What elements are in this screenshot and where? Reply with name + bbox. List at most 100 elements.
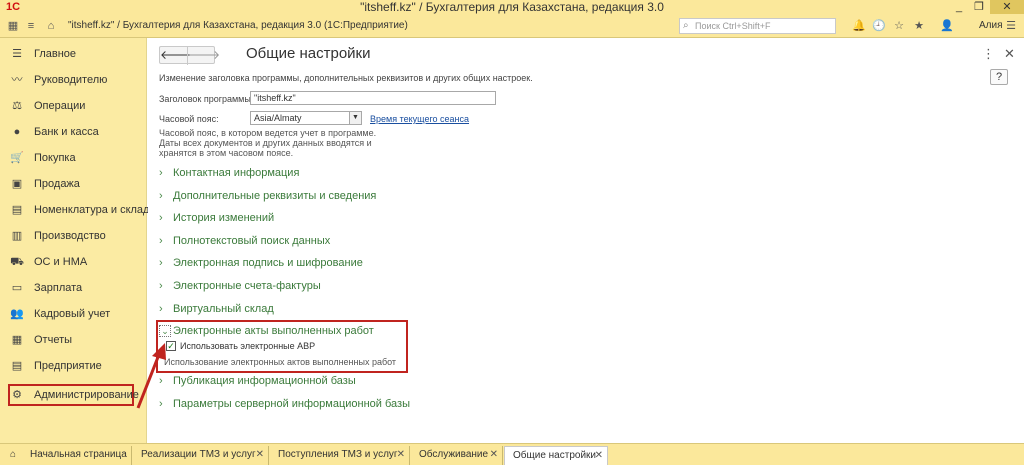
sidebar-item-label: Зарплата [34, 282, 83, 294]
home-icon[interactable]: ⌂ [44, 19, 58, 33]
sidebar-item-label: Кадровый учет [34, 308, 111, 320]
sidebar-item-label: Покупка [34, 152, 76, 164]
chevron-right-icon: › [159, 190, 163, 202]
minimize-button[interactable]: _ [950, 0, 968, 14]
sidebar-item-bank[interactable]: ● Банк и касса [0, 119, 147, 145]
sidebar-item-label: Номенклатура и склад [34, 204, 150, 216]
sidebar-item-label: Администрирование [34, 389, 139, 401]
page-description: Изменение заголовка программы, дополните… [159, 73, 533, 83]
sidebar-item-warehouse[interactable]: ▤ Номенклатура и склад [0, 197, 150, 223]
apps-grid-icon[interactable]: ▦ [6, 19, 20, 33]
chevron-right-icon: › [159, 280, 163, 292]
section-label: Виртуальный склад [173, 303, 274, 315]
enterprise-icon: ▤ [11, 360, 23, 372]
tab-receipts[interactable]: Поступления ТМЗ и услуг ✕ [270, 446, 410, 465]
cart-icon: 🛒 [10, 152, 24, 164]
sidebar-item-manager[interactable]: 〰 Руководителю [0, 67, 147, 93]
sidebar-item-label: Производство [34, 230, 106, 242]
sidebar-item-assets[interactable]: ⛟ ОС и НМА [0, 249, 147, 275]
sidebar-item-administration[interactable]: ⚙ Администрирование [8, 384, 139, 406]
section-e-acts-title[interactable]: Электронные акты выполненных работ [173, 325, 374, 337]
sidebar-item-purchase[interactable]: 🛒 Покупка [0, 145, 147, 171]
factory-icon: ▥ [11, 230, 23, 242]
sidebar-item-hr[interactable]: 👥 Кадровый учет [0, 301, 147, 327]
use-e-avr-label[interactable]: Использовать электронные АВР [180, 341, 315, 351]
restore-button[interactable]: ❐ [970, 0, 988, 14]
truck-icon: ⛟ [10, 256, 24, 268]
tab-maintenance[interactable]: Обслуживание ✕ [411, 446, 503, 465]
section-label: Электронные счета-фактуры [173, 280, 321, 292]
main-panel: 🡐 🡒 Общие настройки ⋮ ✕ ? Изменение заго… [148, 38, 1024, 443]
title-bar: 1С "itsheff.kz" / Бухгалтерия для Казахс… [0, 0, 1024, 14]
bell-icon[interactable]: 🔔 [852, 19, 866, 33]
section-label: Дополнительные реквизиты и сведения [173, 190, 377, 202]
sidebar-item-label: ОС и НМА [34, 256, 88, 268]
sidebar-item-production[interactable]: ▥ Производство [0, 223, 147, 249]
chevron-right-icon: › [159, 167, 163, 179]
window-title: "itsheff.kz" / Бухгалтерия для Казахстан… [360, 0, 664, 14]
tab-label: Обслуживание [419, 449, 489, 460]
chevron-right-icon: › [159, 303, 163, 315]
home-tab-icon: ⌂ [10, 449, 17, 460]
sidebar: ☰ Главное 〰 Руководителю ⚖ Операции ● Ба… [0, 38, 150, 443]
use-e-avr-checkbox[interactable]: ✓ [166, 341, 176, 351]
close-icon[interactable]: ✕ [490, 446, 498, 464]
chevron-down-icon[interactable]: ⌄ [159, 325, 171, 337]
chevron-right-icon: › [159, 375, 163, 387]
close-window-button[interactable]: ✕ [990, 0, 1024, 14]
tab-label: Начальная страница [30, 449, 127, 460]
sidebar-item-enterprise[interactable]: ▤ Предприятие [0, 353, 147, 379]
sidebar-item-label: Продажа [34, 178, 80, 190]
gear-icon: ⚙ [12, 389, 22, 401]
salary-icon: ▭ [11, 282, 23, 294]
tab-home[interactable]: ⌂ Начальная страница [4, 446, 132, 465]
forward-icon[interactable]: 🡒 [188, 48, 220, 64]
user-icon[interactable]: 👤 [940, 19, 954, 33]
chart-icon: 〰 [11, 74, 23, 86]
chevron-down-icon[interactable]: ▼ [349, 111, 362, 125]
tab-label: Поступления ТМЗ и услуг [278, 449, 398, 460]
user-name[interactable]: Алия [979, 20, 1003, 31]
program-title-label: Заголовок программы: [159, 94, 254, 104]
star-icon[interactable]: ☆ [892, 19, 906, 33]
sidebar-item-reports[interactable]: ▦ Отчеты [0, 327, 147, 353]
section-label: Публикация информационной базы [173, 375, 356, 387]
tab-general-settings[interactable]: Общие настройки ✕ [504, 446, 608, 465]
program-title-input[interactable]: "itsheff.kz" [250, 91, 496, 105]
timezone-select[interactable]: Asia/Almaty [250, 111, 350, 125]
tab-sales-realization[interactable]: Реализации ТМЗ и услуг ✕ [133, 446, 269, 465]
nav-buttons: 🡐 🡒 [159, 46, 220, 65]
chevron-right-icon: › [159, 398, 163, 410]
tab-label: Реализации ТМЗ и услуг [141, 449, 256, 460]
section-label: История изменений [173, 212, 275, 224]
more-options-icon[interactable]: ⋮ [982, 46, 995, 62]
sidebar-item-label: Руководителю [34, 74, 108, 86]
section-label: Контактная информация [173, 167, 300, 179]
chevron-right-icon: › [159, 257, 163, 269]
settings-menu-icon[interactable]: ☰ [1004, 19, 1018, 33]
use-e-avr-hint: Использование электронных актов выполнен… [164, 357, 397, 367]
timezone-note: Часовой пояс, в котором ведется учет в п… [159, 128, 377, 158]
sidebar-item-sales[interactable]: ▣ Продажа [0, 171, 147, 197]
sidebar-item-label: Главное [34, 48, 77, 60]
search-placeholder: Поиск Ctrl+Shift+F [695, 21, 771, 31]
close-icon[interactable]: ✕ [595, 447, 603, 465]
menu-icon[interactable]: ≡ [24, 19, 38, 33]
chevron-right-icon: › [159, 235, 163, 247]
section-label: Параметры серверной информационной базы [173, 398, 410, 410]
back-icon[interactable]: 🡐 [160, 48, 192, 64]
section-label: Электронная подпись и шифрование [173, 257, 363, 269]
close-icon[interactable]: ✕ [256, 446, 264, 464]
favorites-icon[interactable]: ★ [912, 19, 926, 33]
close-icon[interactable]: ✕ [397, 446, 405, 464]
sidebar-item-main[interactable]: ☰ Главное [0, 41, 147, 67]
help-button[interactable]: ? [990, 69, 1008, 85]
close-icon[interactable]: ✕ [1004, 46, 1015, 62]
session-time-link[interactable]: Время текущего сеанса [370, 114, 469, 124]
sidebar-item-operations[interactable]: ⚖ Операции [0, 93, 147, 119]
sidebar-item-salary[interactable]: ▭ Зарплата [0, 275, 147, 301]
search-icon: ⌕ [683, 20, 689, 31]
page-title: Общие настройки [246, 45, 371, 62]
search-input[interactable]: ⌕ Поиск Ctrl+Shift+F [679, 18, 836, 34]
history-icon[interactable]: 🕘 [872, 19, 886, 33]
